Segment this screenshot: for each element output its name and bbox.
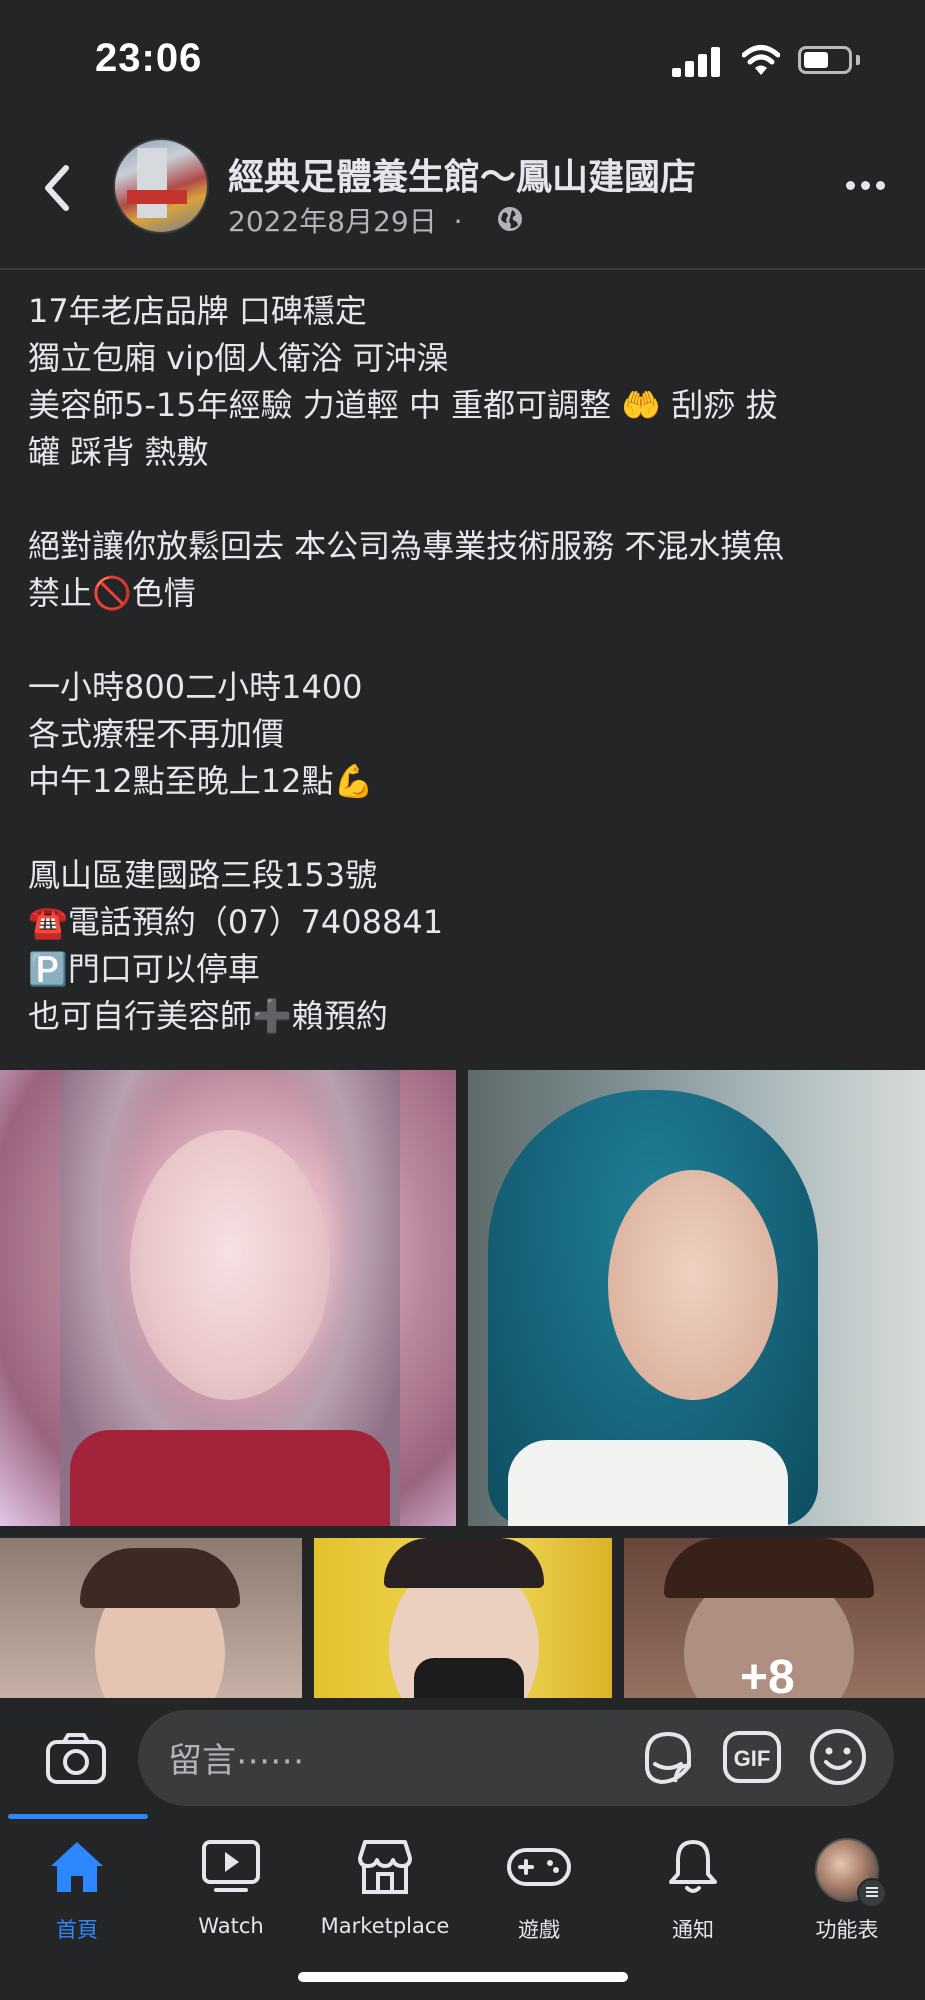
post-photo-4[interactable]: [314, 1538, 612, 1698]
tab-menu[interactable]: 功能表: [770, 1836, 924, 1946]
tab-watch-label: Watch: [198, 1914, 264, 1938]
post-line-blank: [28, 476, 898, 523]
menu-lines-icon: [857, 1878, 887, 1908]
battery-icon: [798, 46, 852, 74]
sticker-icon[interactable]: [637, 1726, 699, 1788]
gamepad-icon: [507, 1848, 571, 1886]
post-photo-1[interactable]: [0, 1070, 456, 1526]
post-line: 絕對讓你放鬆回去 本公司為專業技術服務 不混水摸魚: [28, 527, 785, 565]
status-time: 23:06: [95, 36, 203, 80]
comment-placeholder: 留言⋯⋯: [168, 1741, 304, 1781]
tab-gaming[interactable]: 遊戲: [462, 1836, 616, 1946]
watch-icon: [202, 1840, 260, 1892]
post-line: 一小時800二小時1400: [28, 668, 363, 706]
wifi-icon: [742, 45, 780, 75]
tab-gaming-label: 遊戲: [518, 1918, 560, 1942]
post-line: 禁止🚫色情: [28, 574, 196, 612]
post-line: 罐 踩背 熱敷: [28, 433, 209, 471]
svg-text:GIF: GIF: [734, 1746, 771, 1771]
tab-home[interactable]: 首頁: [0, 1836, 154, 1946]
page-avatar[interactable]: [113, 138, 209, 234]
tab-marketplace[interactable]: Marketplace: [308, 1836, 462, 1946]
bell-icon: [669, 1840, 717, 1893]
post-date-text: 2022年8月29日: [228, 205, 437, 238]
back-chevron-icon[interactable]: [38, 160, 78, 216]
battery-tip: [856, 55, 860, 65]
page-name[interactable]: 經典足體養生館～鳳山建國店: [228, 148, 696, 200]
post-line: 也可自行美容師➕賴預約: [28, 997, 388, 1035]
post-photo-2[interactable]: [468, 1070, 925, 1526]
camera-icon[interactable]: [45, 1730, 107, 1786]
post-line: 各式療程不再加價: [28, 715, 285, 753]
tab-notifications[interactable]: 通知: [616, 1836, 770, 1946]
globe-icon: [498, 207, 522, 231]
post-date[interactable]: 2022年8月29日 ·: [228, 200, 463, 240]
post-line: 中午12點至晚上12點💪: [28, 762, 374, 800]
active-tab-indicator: [8, 1814, 148, 1819]
post-photo-3[interactable]: [0, 1538, 302, 1698]
post-line: 鳳山區建國路三段153號: [28, 856, 378, 894]
home-icon: [51, 1842, 103, 1892]
post-line: ☎️電話預約（07）7408841: [28, 903, 444, 941]
tab-home-label: 首頁: [56, 1918, 98, 1942]
home-indicator[interactable]: [298, 1972, 628, 1982]
marketplace-icon: [358, 1840, 412, 1894]
post-line-blank: [28, 805, 898, 852]
cellular-signal-icon: [672, 45, 724, 77]
more-photos-count[interactable]: +8: [740, 1650, 795, 1705]
post-line: 🅿️門口可以停車: [28, 950, 260, 988]
post-text: 17年老店品牌 口碑穩定 獨立包廂 vip個人衛浴 可沖澡 美容師5-15年經驗…: [28, 288, 898, 1040]
post-line: 獨立包廂 vip個人衛浴 可沖澡: [28, 339, 449, 377]
emoji-icon[interactable]: [808, 1727, 868, 1787]
post-line: 17年老店品牌 口碑穩定: [28, 292, 367, 330]
tab-watch[interactable]: Watch: [154, 1836, 308, 1946]
tab-marketplace-label: Marketplace: [320, 1914, 450, 1938]
post-line: 美容師5-15年經驗 力道輕 中 重都可調整 🤲 刮痧 拔: [28, 386, 778, 424]
post-line-blank: [28, 617, 898, 664]
tab-notifications-label: 通知: [672, 1918, 714, 1942]
header-divider: [0, 268, 925, 270]
more-options-icon[interactable]: [846, 178, 886, 192]
gif-icon[interactable]: GIF: [722, 1730, 782, 1784]
tab-menu-label: 功能表: [815, 1918, 879, 1942]
date-separator: ·: [453, 205, 463, 238]
